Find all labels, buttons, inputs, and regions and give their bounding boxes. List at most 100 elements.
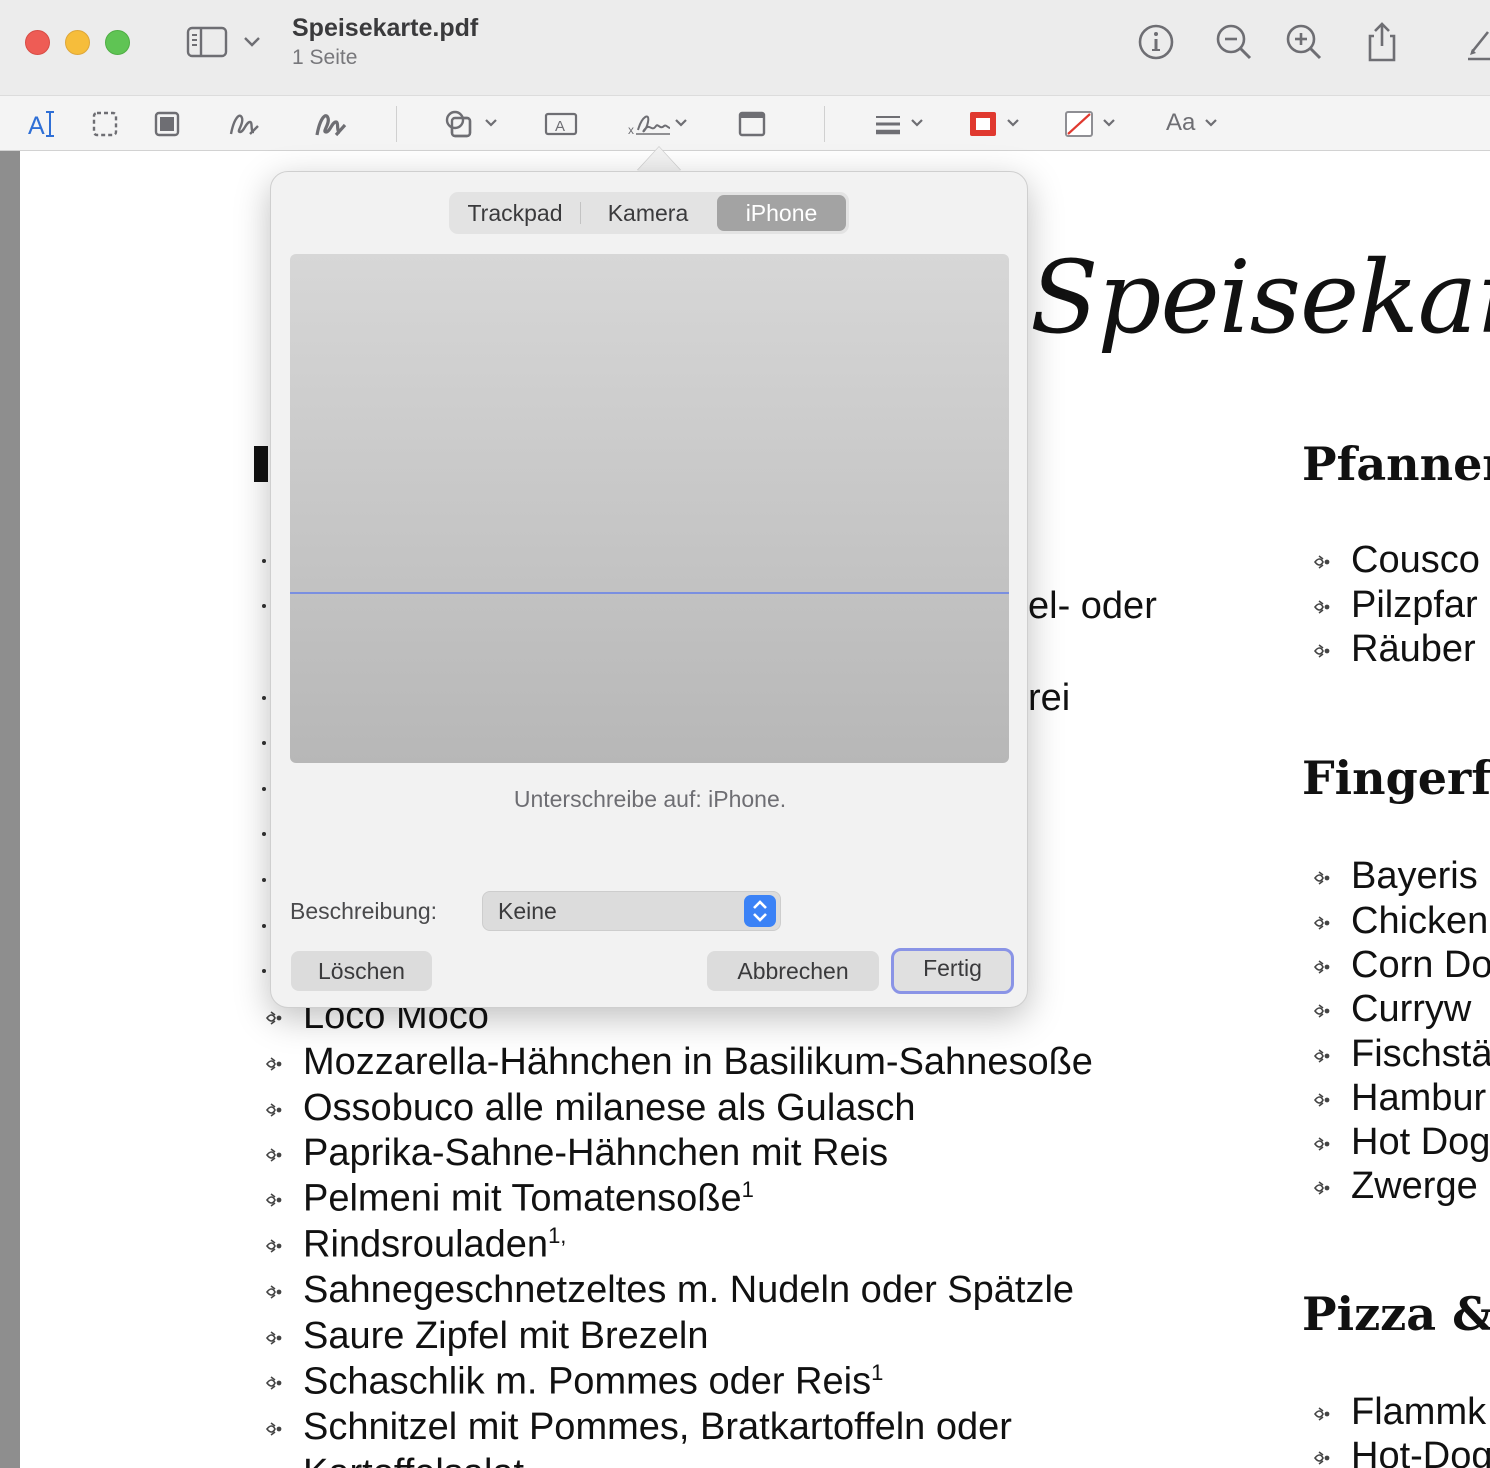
toolbar-separator [396, 106, 397, 142]
draw-icon [315, 114, 347, 137]
menu-item-label: Hot Dog [1351, 1121, 1490, 1163]
fleur-bullet-icon [1309, 1176, 1333, 1200]
menu-item: Curryw [1351, 988, 1471, 1031]
fleur-bullet-icon [261, 1371, 285, 1395]
done-button[interactable]: Fertig [891, 948, 1014, 994]
bullet-mark [262, 878, 266, 882]
menu-item-label: Pelmeni mit Tomatensoße [303, 1177, 742, 1220]
menu-item-continuation: Kartoffelsalat [303, 1452, 524, 1468]
menu-item-label: Schaschlik m. Pommes oder Reis [303, 1360, 872, 1403]
share-icon [1368, 22, 1396, 62]
menu-item-label: Cousco [1351, 539, 1480, 581]
title-bar: Speisekarte.pdf 1 Seite [0, 0, 1490, 95]
sketch-tool[interactable] [228, 108, 260, 140]
bullet-mark [262, 924, 266, 928]
menu-item: Bayeris [1351, 855, 1478, 898]
shapes-tool[interactable] [444, 108, 500, 140]
info-icon [1138, 24, 1174, 60]
zoom-out-button[interactable] [1214, 22, 1254, 62]
fleur-bullet-icon [261, 1006, 285, 1030]
no-fill-icon [1065, 111, 1115, 137]
tab-trackpad[interactable]: Trackpad [453, 195, 577, 231]
description-select[interactable]: Keine [482, 891, 781, 931]
svg-text:A: A [28, 112, 45, 140]
menu-item: Schnitzel mit Pommes, Bratkartoffeln ode… [303, 1406, 1012, 1449]
page-shadow-edge [0, 151, 20, 1468]
signature-baseline [290, 592, 1009, 594]
menu-item: Pilzpfar [1351, 584, 1478, 627]
close-window-button[interactable] [25, 30, 50, 55]
fleur-bullet-icon [261, 1052, 285, 1076]
menu-item: Zwerge [1351, 1165, 1478, 1208]
section-heading-fingerfood: Fingerfo [1302, 751, 1490, 805]
minimize-window-button[interactable] [65, 30, 90, 55]
dashed-rectangle-icon [92, 111, 118, 137]
text-style-dropdown[interactable] [1202, 108, 1224, 140]
tab-divider [580, 202, 581, 224]
sidebar-toggle-button[interactable] [186, 26, 270, 58]
menu-item-label: Sahnegeschnetzeltes m. Nudeln oder Spätz… [303, 1269, 1075, 1311]
fleur-bullet-icon [1309, 550, 1333, 574]
delete-button[interactable]: Löschen [291, 951, 432, 991]
markup-pen-button[interactable] [1462, 22, 1490, 62]
signature-source-tabs: Trackpad Kamera iPhone [449, 192, 849, 234]
fleur-bullet-icon [1309, 595, 1333, 619]
cancel-button[interactable]: Abbrechen [707, 951, 879, 991]
info-button[interactable] [1136, 22, 1176, 62]
menu-item-label: Hambur [1351, 1077, 1487, 1119]
section-heading-pizza: Pizza & [1302, 1287, 1490, 1341]
menu-item-label: Flammk [1351, 1391, 1487, 1433]
up-down-chevron-icon [753, 900, 767, 922]
menu-item: Paprika-Sahne-Hähnchen mit Reis [303, 1132, 888, 1175]
redact-tool[interactable] [154, 108, 180, 140]
bullet-mark [262, 696, 266, 700]
menu-item: Fischstä [1351, 1033, 1490, 1076]
menu-item-label: Räuber [1351, 628, 1476, 670]
description-label: Beschreibung: [290, 898, 438, 924]
redact-icon [154, 111, 180, 137]
zoom-out-icon [1216, 24, 1252, 60]
menu-text-fragment: el- oder [1028, 585, 1157, 627]
text-box-icon: A [544, 112, 578, 136]
rectangular-selection-tool[interactable] [92, 108, 118, 140]
zoom-in-button[interactable] [1284, 22, 1324, 62]
signature-tool[interactable]: x [628, 108, 690, 140]
menu-item-label: Schnitzel mit Pommes, Bratkartoffeln ode… [303, 1406, 1012, 1448]
select-stepper[interactable] [744, 895, 776, 927]
draw-tool[interactable] [314, 108, 348, 140]
fleur-bullet-icon [1309, 1446, 1333, 1468]
fleur-bullet-icon [1309, 1044, 1333, 1068]
fleur-bullet-icon [1309, 1088, 1333, 1112]
text-box-tool[interactable]: A [544, 108, 578, 140]
line-style-icon [876, 116, 923, 135]
markup-toolbar: A A x Aa [0, 95, 1490, 151]
menu-item-label: Zwerge [1351, 1165, 1478, 1207]
menu-item-label: Curryw [1351, 988, 1472, 1030]
menu-item: Ossobuco alle milanese als Gulasch [303, 1087, 916, 1130]
menu-item: Schaschlik m. Pommes oder Reis1 [303, 1360, 883, 1404]
zoom-in-icon [1286, 24, 1322, 60]
tab-iphone[interactable]: iPhone [717, 195, 846, 231]
menu-title: Speisekarte [1030, 239, 1490, 356]
fill-color-tool[interactable] [1064, 108, 1122, 140]
sketch-icon [229, 114, 259, 135]
line-style-tool[interactable] [874, 108, 928, 140]
maximize-window-button[interactable] [105, 30, 130, 55]
fleur-bullet-icon [1309, 1132, 1333, 1156]
menu-item: Hot-Dog [1351, 1435, 1490, 1468]
menu-item: Sahnegeschnetzeltes m. Nudeln oder Spätz… [303, 1269, 1074, 1312]
text-style-label[interactable]: Aa [1166, 109, 1195, 137]
share-button[interactable] [1362, 22, 1402, 62]
text-selection-tool[interactable]: A [28, 108, 58, 140]
bullet-mark [262, 787, 266, 791]
bullet-mark [262, 969, 266, 973]
menu-item: Pelmeni mit Tomatensoße1 [303, 1177, 754, 1221]
signature-pad[interactable] [290, 254, 1009, 763]
border-color-tool[interactable] [968, 108, 1026, 140]
page-layout-tool[interactable] [738, 108, 766, 140]
fleur-bullet-icon [261, 1234, 285, 1258]
fleur-bullet-icon [1309, 955, 1333, 979]
menu-item-label: Ossobuco alle milanese als Gulasch [303, 1087, 916, 1129]
tab-kamera[interactable]: Kamera [583, 195, 713, 231]
section-heading-pfanne: Pfanner [1302, 437, 1490, 491]
